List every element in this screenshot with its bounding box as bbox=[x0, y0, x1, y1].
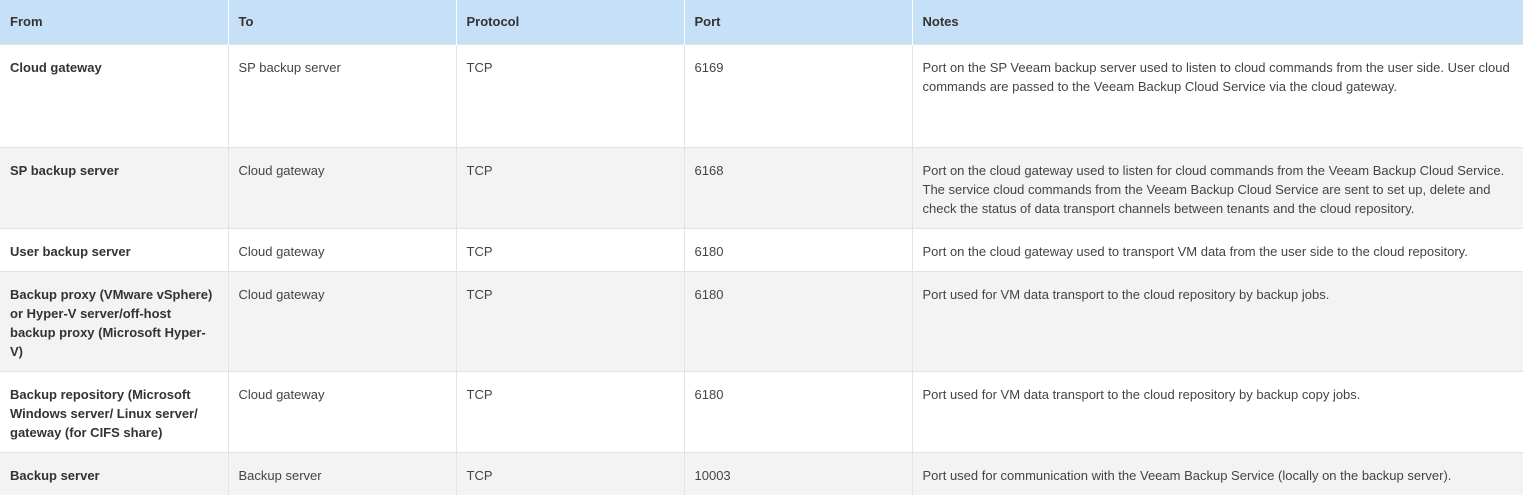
column-header-notes: Notes bbox=[912, 0, 1523, 44]
table-row: Backup repository (Microsoft Windows ser… bbox=[0, 370, 1523, 452]
cell-to: Cloud gateway bbox=[228, 270, 457, 371]
column-header-protocol: Protocol bbox=[456, 0, 685, 44]
cell-notes: Port used for VM data transport to the c… bbox=[912, 370, 1523, 452]
cell-protocol: TCP bbox=[456, 43, 685, 147]
table-row: Cloud gateway SP backup server TCP 6169 … bbox=[0, 43, 1523, 147]
cell-to: Backup server bbox=[228, 451, 457, 495]
cell-notes: Port on the cloud gateway used to listen… bbox=[912, 146, 1523, 228]
table-header: From To Protocol Port Notes bbox=[0, 0, 1523, 44]
cell-port: 10003 bbox=[684, 451, 913, 495]
cell-notes: Port on the SP Veeam backup server used … bbox=[912, 43, 1523, 147]
table-row: Backup proxy (VMware vSphere) or Hyper-V… bbox=[0, 270, 1523, 371]
cell-port: 6180 bbox=[684, 270, 913, 371]
cell-port: 6180 bbox=[684, 227, 913, 271]
table-body: Cloud gateway SP backup server TCP 6169 … bbox=[0, 43, 1523, 495]
table-row: SP backup server Cloud gateway TCP 6168 … bbox=[0, 146, 1523, 228]
cell-from: Backup proxy (VMware vSphere) or Hyper-V… bbox=[0, 270, 229, 371]
cell-port: 6169 bbox=[684, 43, 913, 147]
column-header-from: From bbox=[0, 0, 229, 44]
cell-port: 6168 bbox=[684, 146, 913, 228]
table-row: Backup server Backup server TCP 10003 Po… bbox=[0, 451, 1523, 495]
cell-to: SP backup server bbox=[228, 43, 457, 147]
cell-protocol: TCP bbox=[456, 270, 685, 371]
column-header-to: To bbox=[228, 0, 457, 44]
cell-from: Backup repository (Microsoft Windows ser… bbox=[0, 370, 229, 452]
cell-to: Cloud gateway bbox=[228, 146, 457, 228]
cell-notes: Port used for communication with the Vee… bbox=[912, 451, 1523, 495]
cell-from: SP backup server bbox=[0, 146, 229, 228]
cell-protocol: TCP bbox=[456, 451, 685, 495]
cell-protocol: TCP bbox=[456, 227, 685, 271]
cell-from: Backup server bbox=[0, 451, 229, 495]
cell-notes: Port on the cloud gateway used to transp… bbox=[912, 227, 1523, 271]
cell-protocol: TCP bbox=[456, 370, 685, 452]
cell-from: User backup server bbox=[0, 227, 229, 271]
cell-from: Cloud gateway bbox=[0, 43, 229, 147]
cell-port: 6180 bbox=[684, 370, 913, 452]
table-row: User backup server Cloud gateway TCP 618… bbox=[0, 227, 1523, 271]
cell-notes: Port used for VM data transport to the c… bbox=[912, 270, 1523, 371]
column-header-port: Port bbox=[684, 0, 913, 44]
cell-protocol: TCP bbox=[456, 146, 685, 228]
cell-to: Cloud gateway bbox=[228, 227, 457, 271]
cell-to: Cloud gateway bbox=[228, 370, 457, 452]
header-row: From To Protocol Port Notes bbox=[0, 0, 1523, 44]
ports-table: From To Protocol Port Notes Cloud gatewa… bbox=[0, 0, 1523, 495]
